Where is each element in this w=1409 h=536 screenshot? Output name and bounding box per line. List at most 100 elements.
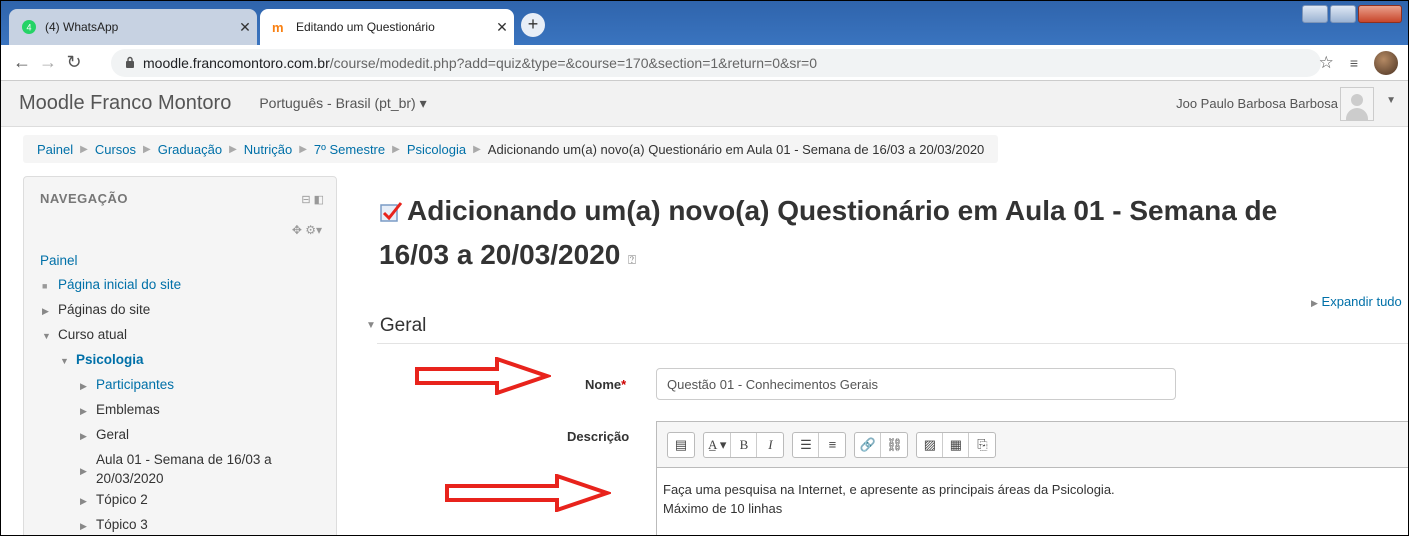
description-line2: Máximo de 10 linhas: [663, 501, 783, 516]
breadcrumb-psicologia[interactable]: Psicologia: [407, 142, 466, 157]
expand-icon: ▶: [1311, 298, 1318, 308]
nav-topico-2[interactable]: Tópico 2: [96, 492, 148, 507]
tab-editing-quiz[interactable]: m Editando um Questionário ✕: [260, 9, 514, 45]
close-window-button[interactable]: [1358, 5, 1402, 23]
collapse-icon: ▼: [366, 320, 376, 331]
nav-geral[interactable]: Geral: [96, 427, 129, 442]
toolbar-toggle-icon[interactable]: ▤: [668, 433, 694, 457]
red-arrow-icon: [445, 474, 611, 512]
nav-current-course[interactable]: Curso atual: [58, 327, 127, 342]
nav-course-psicologia[interactable]: Psicologia: [76, 352, 144, 367]
quiz-icon: [379, 193, 403, 222]
bold-icon[interactable]: B: [731, 432, 758, 457]
breadcrumb-current: Adicionando um(a) novo(a) Questionário e…: [487, 141, 985, 157]
block-title: NAVEGAÇÃO: [40, 191, 129, 206]
reading-list-icon[interactable]: ≡: [1350, 55, 1358, 71]
collapse-block-icon[interactable]: ⊟ ◧: [301, 193, 324, 206]
breadcrumb-separator-icon: ▶: [80, 143, 88, 155]
expand-icon[interactable]: ▶: [80, 514, 96, 535]
manage-files-icon[interactable]: ⎘: [969, 433, 995, 457]
page-title: Adicionando um(a) novo(a) Questionário e…: [379, 189, 1339, 282]
section-geral-header[interactable]: ▼ Geral: [366, 315, 426, 337]
navigation-block: NAVEGAÇÃO ⊟ ◧ ✥ ⚙▾ Painel ■ Página inicia…: [23, 176, 337, 535]
nav-painel[interactable]: Painel: [40, 253, 78, 268]
expand-all-link[interactable]: ▶ Expandir tudo: [1311, 294, 1402, 309]
breadcrumb-painel[interactable]: Painel: [37, 142, 73, 157]
expand-icon[interactable]: ▶: [80, 424, 96, 448]
breadcrumb-separator-icon: ▶: [229, 143, 237, 155]
media-icon[interactable]: ▦: [943, 432, 970, 457]
nav-site-pages[interactable]: Páginas do site: [58, 302, 150, 317]
italic-icon[interactable]: I: [757, 433, 783, 457]
forward-icon[interactable]: →: [35, 52, 61, 73]
tab-title: Editando um Questionário: [296, 20, 435, 34]
close-tab-icon[interactable]: ✕: [233, 19, 257, 36]
user-avatar[interactable]: [1340, 87, 1374, 121]
address-bar: ← → ↻ moodle.francomontoro.com.br/course…: [1, 45, 1408, 81]
star-icon[interactable]: ☆: [1319, 53, 1334, 73]
unlink-icon[interactable]: ⛓: [881, 433, 907, 457]
user-name[interactable]: Joo Paulo Barbosa Barbosa: [1176, 96, 1338, 111]
page-title-line2: 16/03 a 20/03/2020: [379, 239, 621, 270]
navigation-tree: Painel ■ Página inicial do site ▶ Páginas …: [40, 249, 272, 535]
window-controls: [1302, 5, 1402, 23]
name-input[interactable]: Questão 01 - Conhecimentos Gerais: [656, 368, 1176, 400]
expand-icon[interactable]: ▶: [80, 489, 96, 513]
nav-home[interactable]: Página inicial do site: [58, 277, 181, 292]
description-content[interactable]: Faça uma pesquisa na Internet, e apresen…: [657, 468, 1408, 530]
nav-aula-01-line2: 20/03/2020: [96, 471, 164, 486]
expand-all-label: Expandir tudo: [1321, 294, 1402, 309]
breadcrumb-graduacao[interactable]: Graduação: [158, 142, 222, 157]
tab-whatsapp[interactable]: 4 (4) WhatsApp ✕: [9, 9, 257, 45]
moodle-favicon: m: [272, 19, 288, 35]
breadcrumb-nutricao[interactable]: Nutrição: [244, 142, 292, 157]
image-icon[interactable]: ▨: [917, 432, 944, 457]
breadcrumb-separator-icon: ▶: [143, 143, 151, 155]
close-tab-icon[interactable]: ✕: [490, 19, 514, 36]
profile-avatar[interactable]: [1374, 51, 1398, 75]
reload-icon[interactable]: ↻: [61, 52, 87, 73]
nav-emblemas[interactable]: Emblemas: [96, 402, 160, 417]
collapse-icon[interactable]: ▼: [42, 324, 58, 348]
tab-title: (4) WhatsApp: [45, 20, 119, 34]
expand-icon[interactable]: ▶: [80, 374, 96, 398]
unordered-list-icon[interactable]: ☰: [793, 432, 820, 457]
minimize-button[interactable]: [1302, 5, 1328, 23]
svg-text:4: 4: [26, 23, 31, 33]
breadcrumb-separator-icon: ▶: [299, 143, 307, 155]
breadcrumb-separator-icon: ▶: [392, 143, 400, 155]
language-menu[interactable]: Português - Brasil (pt_br) ▾: [259, 95, 426, 112]
site-brand[interactable]: Moodle Franco Montoro: [19, 92, 231, 115]
required-icon: *: [621, 377, 627, 392]
url-path: /course/modedit.php?add=quiz&type=&cours…: [329, 55, 817, 71]
new-tab-button[interactable]: +: [521, 13, 545, 37]
link-icon[interactable]: 🔗: [855, 432, 882, 457]
svg-text:m: m: [272, 20, 284, 34]
section-divider: [377, 343, 1408, 344]
expand-icon[interactable]: ▶: [80, 459, 96, 488]
nav-aula-01[interactable]: Aula 01 - Semana de 16/03 a 20/03/2020: [96, 448, 272, 488]
red-arrow-icon: [415, 357, 551, 395]
maximize-button[interactable]: [1330, 5, 1356, 23]
nav-aula-01-line1: Aula 01 - Semana de 16/03 a: [96, 452, 272, 467]
description-line1: Faça uma pesquisa na Internet, e apresen…: [663, 482, 1115, 497]
breadcrumb: Painel ▶ Cursos ▶ Graduação ▶ Nutrição ▶ 7º …: [23, 135, 999, 163]
page-title-line1: Adicionando um(a) novo(a) Questionário e…: [407, 195, 1278, 226]
nav-participantes[interactable]: Participantes: [96, 377, 174, 392]
font-style-icon[interactable]: A̲ ▾: [704, 432, 732, 457]
ordered-list-icon[interactable]: ≡: [819, 433, 845, 457]
expand-icon[interactable]: ▶: [42, 299, 58, 323]
chevron-down-icon[interactable]: ▼: [1386, 95, 1396, 106]
name-label-text: Nome: [585, 377, 622, 392]
back-icon[interactable]: ←: [9, 52, 35, 73]
collapse-icon[interactable]: ▼: [60, 349, 76, 373]
url-field[interactable]: moodle.francomontoro.com.br/course/moded…: [111, 49, 1321, 77]
expand-icon[interactable]: ▶: [80, 399, 96, 423]
whatsapp-icon: 4: [21, 19, 37, 35]
block-actions-icon[interactable]: ✥ ⚙▾: [292, 223, 322, 237]
help-icon[interactable]: ⍰: [628, 252, 636, 267]
nav-topico-3[interactable]: Tópico 3: [96, 517, 148, 532]
lock-icon[interactable]: [125, 56, 135, 71]
breadcrumb-cursos[interactable]: Cursos: [95, 142, 136, 157]
breadcrumb-semestre[interactable]: 7º Semestre: [314, 142, 385, 157]
